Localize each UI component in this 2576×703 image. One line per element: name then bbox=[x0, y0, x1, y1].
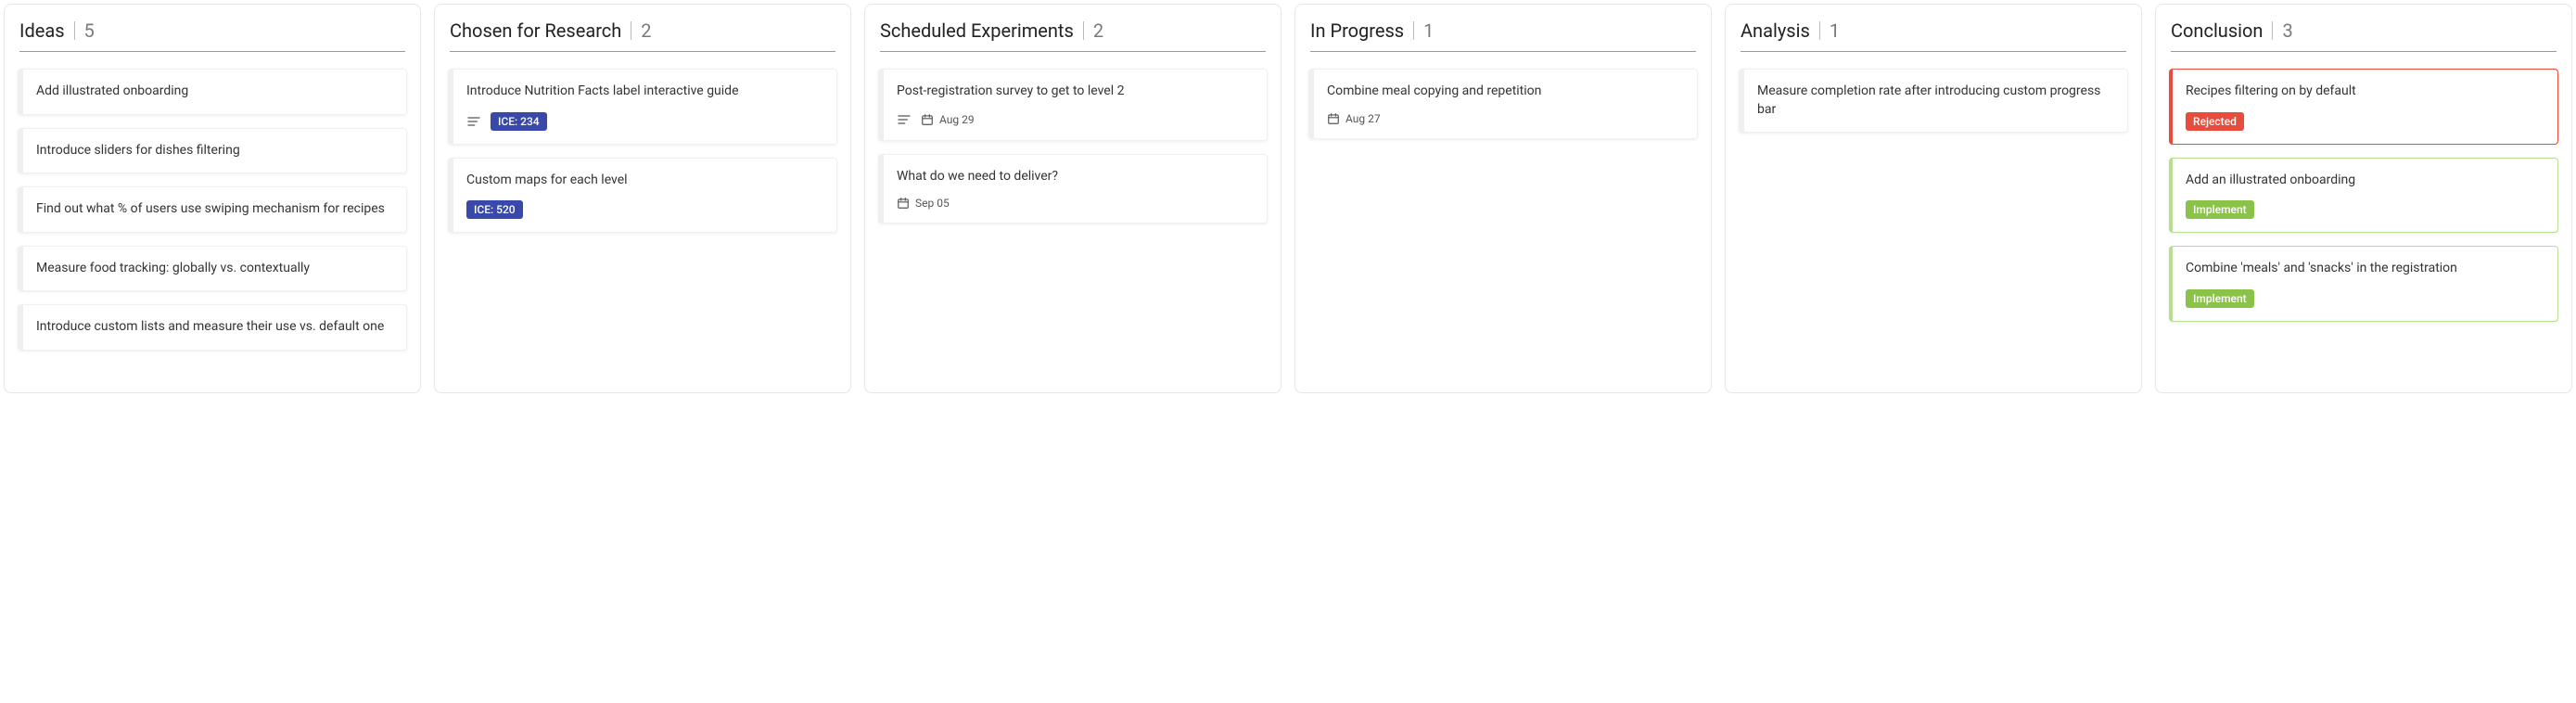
card-title: Add an illustrated onboarding bbox=[2186, 172, 2544, 190]
card[interactable]: Add illustrated onboarding bbox=[18, 69, 407, 115]
column-divider bbox=[1741, 51, 2126, 52]
card[interactable]: Introduce Nutrition Facts label interact… bbox=[448, 69, 837, 145]
status-badge: Implement bbox=[2186, 200, 2254, 219]
card-title: Introduce sliders for dishes filtering bbox=[36, 142, 393, 160]
card[interactable]: Measure completion rate after introducin… bbox=[1739, 69, 2128, 133]
card-title: Recipes filtering on by default bbox=[2186, 83, 2544, 101]
card[interactable]: Introduce custom lists and measure their… bbox=[18, 304, 407, 351]
card-title: What do we need to deliver? bbox=[897, 168, 1254, 186]
ice-badge: ICE: 520 bbox=[466, 200, 523, 219]
card[interactable]: Post-registration survey to get to level… bbox=[878, 69, 1268, 141]
description-icon bbox=[897, 112, 912, 127]
column-separator bbox=[1083, 21, 1084, 40]
card-title: Custom maps for each level bbox=[466, 172, 823, 190]
card-list: Introduce Nutrition Facts label interact… bbox=[448, 69, 837, 233]
card-list: Add illustrated onboarding Introduce slid… bbox=[18, 69, 407, 351]
card[interactable]: Add an illustrated onboarding Implement bbox=[2169, 158, 2558, 234]
card[interactable]: What do we need to deliver? Sep 05 bbox=[878, 154, 1268, 224]
column-title: Chosen for Research bbox=[450, 19, 621, 42]
column-title: In Progress bbox=[1310, 19, 1404, 42]
card-list: Recipes filtering on by default Rejected A… bbox=[2169, 69, 2558, 322]
column-header: Conclusion 3 bbox=[2169, 18, 2558, 51]
column-count: 3 bbox=[2282, 19, 2292, 42]
card-list: Combine meal copying and repetition Aug 2… bbox=[1308, 69, 1698, 139]
card-title: Add illustrated onboarding bbox=[36, 83, 393, 101]
card[interactable]: Combine meal copying and repetition Aug 2… bbox=[1308, 69, 1698, 139]
date-text: Aug 29 bbox=[939, 113, 975, 126]
date-text: Aug 27 bbox=[1345, 112, 1381, 125]
card[interactable]: Measure food tracking: globally vs. cont… bbox=[18, 246, 407, 292]
column-separator bbox=[2272, 21, 2273, 40]
column-count: 2 bbox=[641, 19, 651, 42]
calendar-icon bbox=[921, 113, 934, 126]
board-column: Analysis 1 Measure completion rate after i… bbox=[1725, 4, 2142, 393]
card-meta: Implement bbox=[2186, 289, 2544, 308]
column-divider bbox=[19, 51, 405, 52]
date-chip: Sep 05 bbox=[897, 197, 950, 210]
card-title: Find out what % of users use swiping mec… bbox=[36, 200, 393, 219]
date-text: Sep 05 bbox=[915, 197, 950, 210]
column-title: Ideas bbox=[19, 19, 65, 42]
card-title: Combine meal copying and repetition bbox=[1327, 83, 1684, 101]
column-count: 5 bbox=[84, 19, 95, 42]
card-title: Measure food tracking: globally vs. cont… bbox=[36, 260, 393, 278]
date-chip: Aug 29 bbox=[921, 113, 975, 126]
column-header: Analysis 1 bbox=[1739, 18, 2128, 51]
board-column: Scheduled Experiments 2 Post-registration … bbox=[864, 4, 1282, 393]
card-meta: ICE: 520 bbox=[466, 200, 823, 219]
card[interactable]: Recipes filtering on by default Rejected bbox=[2169, 69, 2558, 145]
card-title: Post-registration survey to get to level… bbox=[897, 83, 1254, 101]
calendar-icon bbox=[897, 197, 910, 210]
column-title: Scheduled Experiments bbox=[880, 19, 1074, 42]
calendar-icon bbox=[1327, 112, 1340, 125]
card-title: Combine 'meals' and 'snacks' in the regi… bbox=[2186, 260, 2544, 278]
board-column: In Progress 1 Combine meal copying and rep… bbox=[1294, 4, 1712, 393]
column-title: Analysis bbox=[1741, 19, 1810, 42]
board-column: Ideas 5 Add illustrated onboarding Introduc… bbox=[4, 4, 421, 393]
card-list: Post-registration survey to get to level… bbox=[878, 69, 1268, 224]
column-header: Scheduled Experiments 2 bbox=[878, 18, 1268, 51]
column-separator bbox=[1413, 21, 1414, 40]
column-header: Chosen for Research 2 bbox=[448, 18, 837, 51]
card-title: Introduce custom lists and measure their… bbox=[36, 318, 393, 337]
column-divider bbox=[450, 51, 835, 52]
column-count: 2 bbox=[1093, 19, 1103, 42]
column-divider bbox=[880, 51, 1266, 52]
date-chip: Aug 27 bbox=[1327, 112, 1381, 125]
column-divider bbox=[2171, 51, 2557, 52]
status-badge: Rejected bbox=[2186, 112, 2244, 131]
card-meta: Implement bbox=[2186, 200, 2544, 219]
column-count: 1 bbox=[1830, 19, 1840, 42]
card-title: Introduce Nutrition Facts label interact… bbox=[466, 83, 823, 101]
column-header: In Progress 1 bbox=[1308, 18, 1698, 51]
card-meta: Aug 27 bbox=[1327, 112, 1684, 125]
ice-badge: ICE: 234 bbox=[491, 112, 547, 131]
status-badge: Implement bbox=[2186, 289, 2254, 308]
column-title: Conclusion bbox=[2171, 19, 2263, 42]
column-divider bbox=[1310, 51, 1696, 52]
card[interactable]: Custom maps for each level ICE: 520 bbox=[448, 158, 837, 234]
column-count: 1 bbox=[1423, 19, 1434, 42]
card-meta: Aug 29 bbox=[897, 112, 1254, 127]
card[interactable]: Combine 'meals' and 'snacks' in the regi… bbox=[2169, 246, 2558, 322]
card-meta: ICE: 234 bbox=[466, 112, 823, 131]
card-meta: Rejected bbox=[2186, 112, 2544, 131]
card-meta: Sep 05 bbox=[897, 197, 1254, 210]
description-icon bbox=[466, 114, 481, 129]
column-separator bbox=[1819, 21, 1820, 40]
card-title: Measure completion rate after introducin… bbox=[1757, 83, 2114, 119]
card[interactable]: Find out what % of users use swiping mec… bbox=[18, 186, 407, 233]
board-column: Conclusion 3 Recipes filtering on by defau… bbox=[2155, 4, 2572, 393]
board-column: Chosen for Research 2 Introduce Nutrition … bbox=[434, 4, 851, 393]
column-separator bbox=[74, 21, 75, 40]
card[interactable]: Introduce sliders for dishes filtering bbox=[18, 128, 407, 174]
card-list: Measure completion rate after introducin… bbox=[1739, 69, 2128, 133]
column-header: Ideas 5 bbox=[18, 18, 407, 51]
